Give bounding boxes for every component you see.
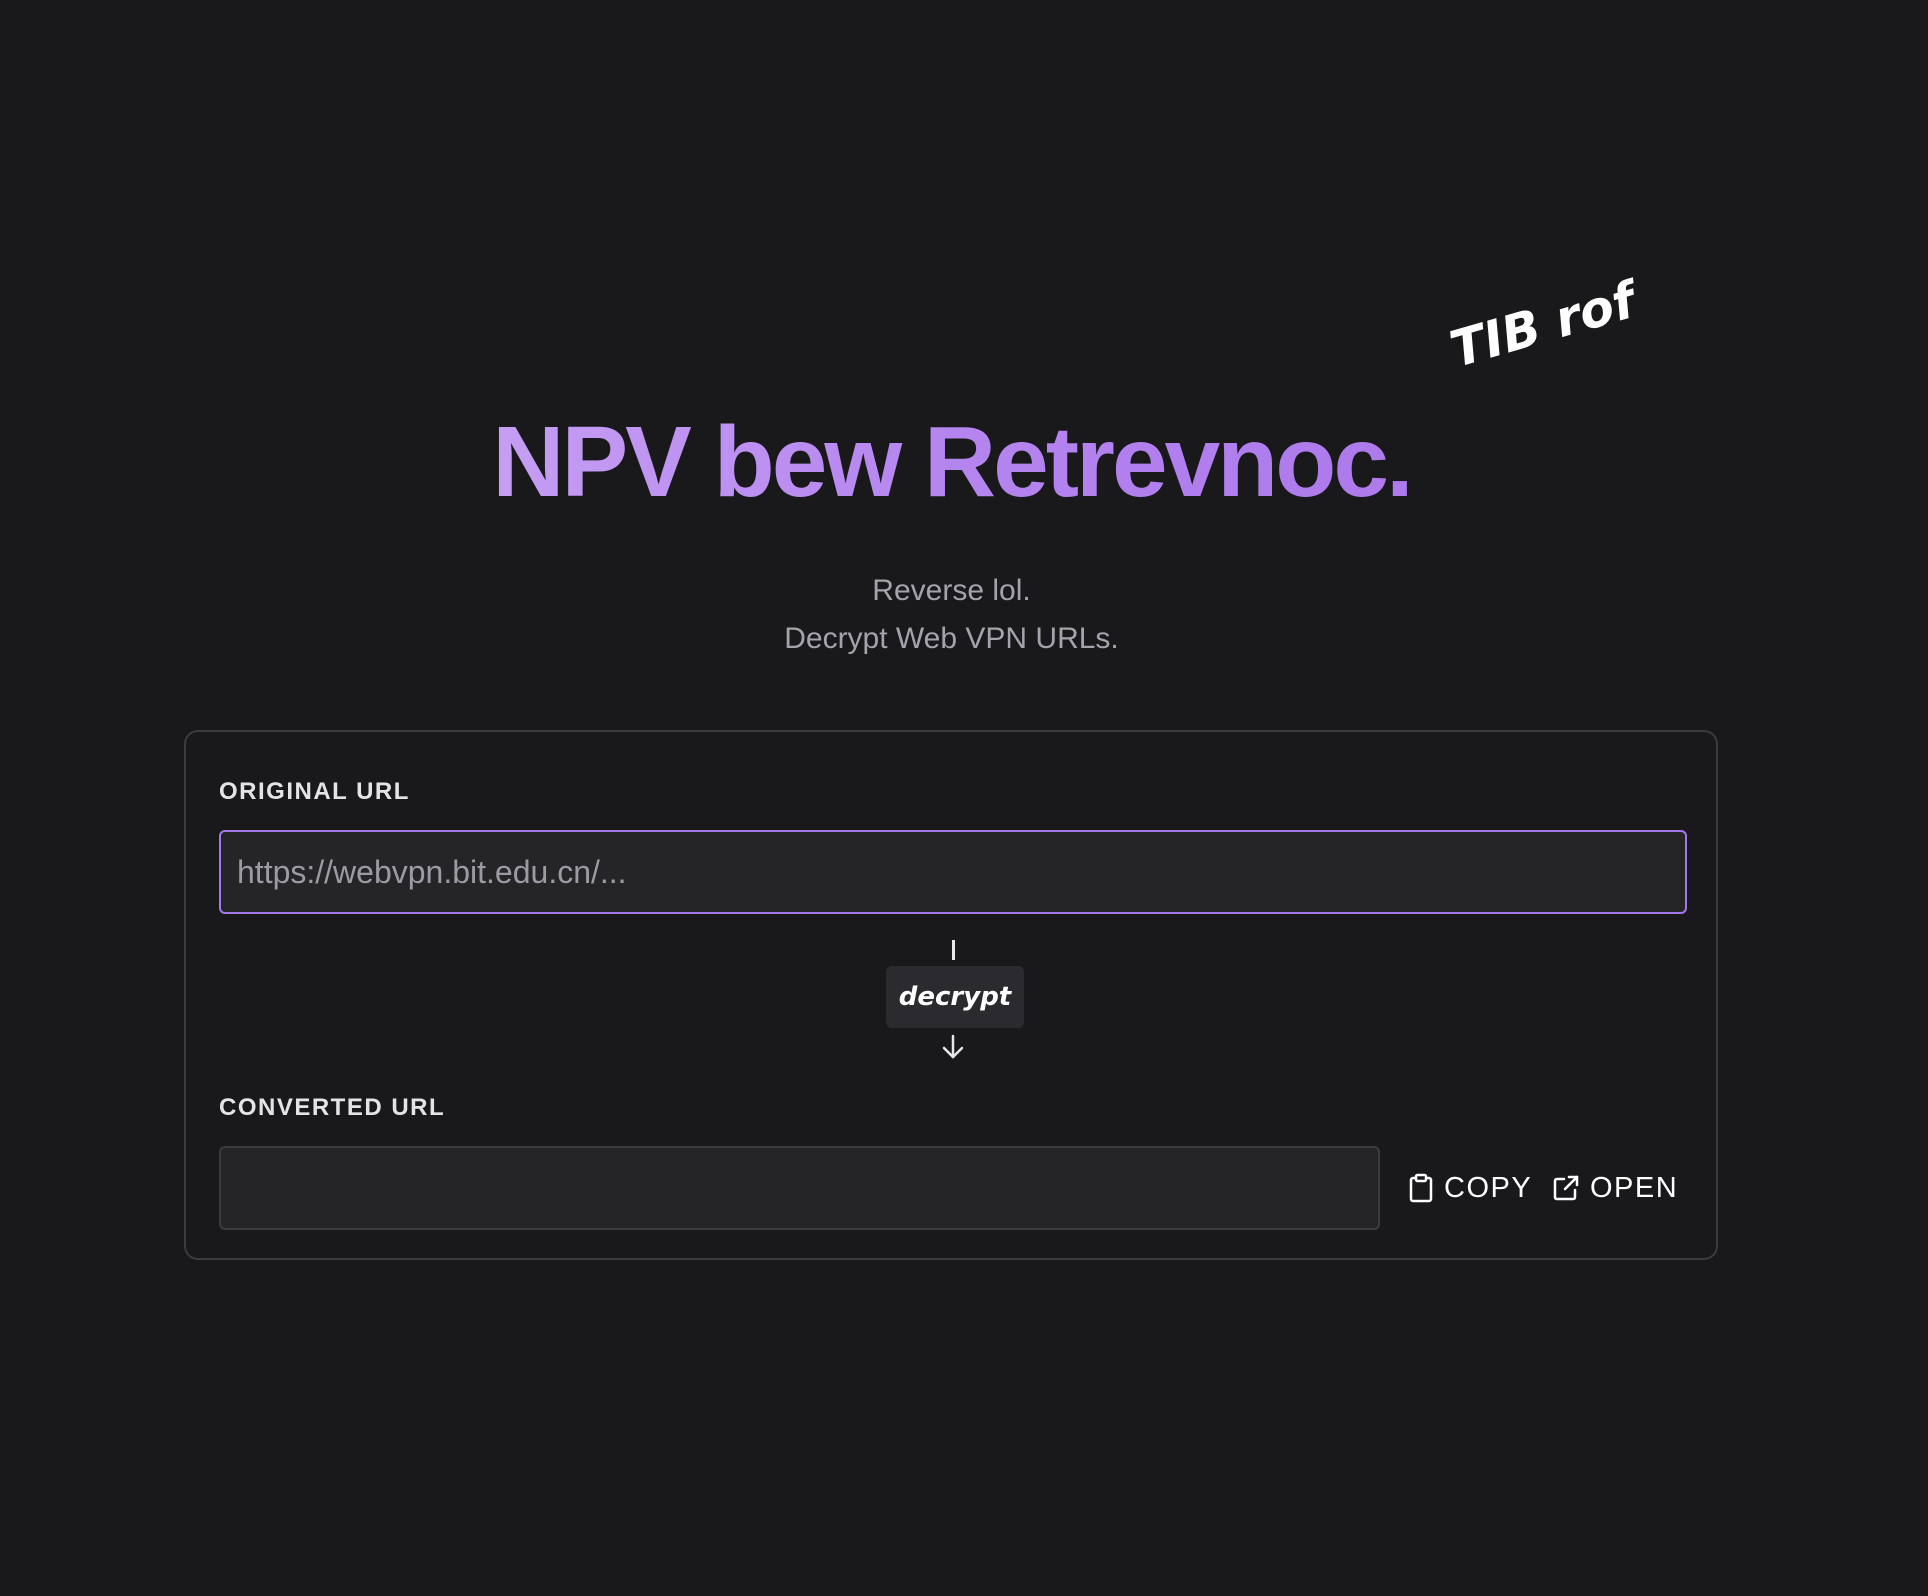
arrow-down-icon xyxy=(942,1034,964,1059)
connector-line xyxy=(952,940,955,960)
subtitle-line-2: Decrypt Web VPN URLs. xyxy=(784,622,1119,655)
external-link-icon xyxy=(1553,1175,1579,1201)
open-button[interactable]: OPEN xyxy=(1552,1168,1678,1208)
copy-label: COPY xyxy=(1444,1171,1533,1204)
page: NPV bew Retrevnoc. TIB rof Reverse lol. … xyxy=(0,0,1928,1596)
original-url-field xyxy=(219,830,1687,914)
decrypt-badge: decrypt xyxy=(886,966,1024,1028)
subtitle-line-1: Reverse lol. xyxy=(872,574,1031,607)
copy-button[interactable]: COPY xyxy=(1408,1168,1532,1208)
original-url-input[interactable] xyxy=(221,832,1685,912)
converted-url-field xyxy=(219,1146,1380,1230)
open-label: OPEN xyxy=(1590,1171,1679,1204)
clipboard-icon xyxy=(1409,1173,1433,1203)
converted-url-label: CONVERTED URL xyxy=(219,1094,446,1121)
converter-card: ORIGINAL URL decrypt CONVERTED URL COPY xyxy=(184,730,1718,1260)
page-title: NPV bew Retrevnoc. xyxy=(0,392,1903,532)
original-url-label: ORIGINAL URL xyxy=(219,778,410,805)
tag-note: TIB rof xyxy=(1444,271,1642,379)
converted-url-output[interactable] xyxy=(221,1148,1378,1228)
